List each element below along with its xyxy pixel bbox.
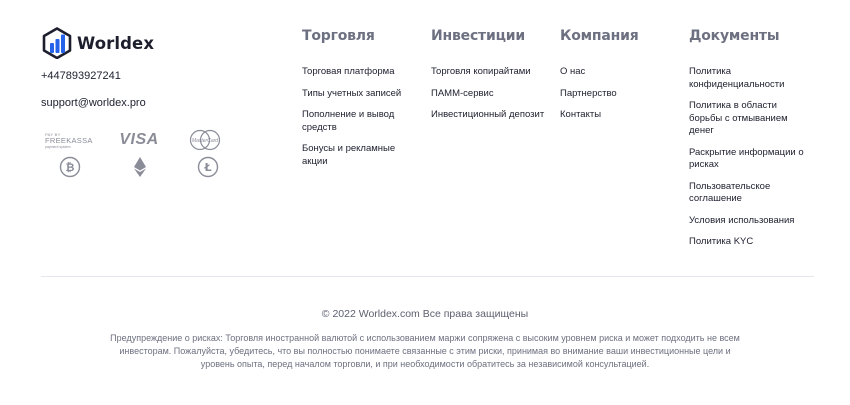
footer-link[interactable]: Раскрытие информации о рисках (689, 147, 809, 172)
footer-link[interactable]: Инвестиционный депозит (431, 109, 549, 122)
footer-link[interactable]: Торговля копирайтами (431, 66, 549, 79)
worldex-logo-icon (42, 27, 72, 59)
link-copy-trading[interactable]: Торговля копирайтами (431, 66, 531, 77)
link-risk-disclosure[interactable]: Раскрытие информации о рисках (689, 147, 804, 171)
footer-column-trade: Торговля Торговая платформа Типы учетных… (302, 28, 414, 177)
link-partnership[interactable]: Партнерство (560, 88, 617, 99)
link-account-types[interactable]: Типы учетных записей (302, 88, 401, 99)
footer-link[interactable]: Торговая платформа (302, 66, 414, 79)
freekassa-logo: PAY BY FREEKASSA payment system (45, 131, 93, 149)
mastercard-logo: MasterCard (187, 129, 223, 151)
footer-column-invest: Инвестиции Торговля копирайтами ПАММ-сер… (431, 28, 549, 131)
link-investment-deposit[interactable]: Инвестиционный депозит (431, 109, 544, 120)
link-user-agreement[interactable]: Пользовательское соглашение (689, 181, 770, 205)
link-deposit-withdrawal[interactable]: Пополнение и вывод средств (302, 109, 394, 133)
link-about[interactable]: О нас (560, 66, 585, 77)
footer-link[interactable]: Контакты (560, 109, 680, 122)
payment-methods: PAY BY FREEKASSA payment system VISA Mas… (45, 129, 235, 181)
footer-link[interactable]: Политика конфиденциальности (689, 66, 809, 91)
svg-text:MasterCard: MasterCard (192, 138, 218, 144)
footer-link[interactable]: ПАММ-сервис (431, 88, 549, 101)
bitcoin-icon: ₿ (59, 156, 81, 178)
copyright-text: © 2022 Worldex.com Все права защищены (321, 308, 529, 320)
column-title-invest: Инвестиции (431, 28, 525, 44)
footer-divider (41, 276, 814, 277)
link-pamm[interactable]: ПАММ-сервис (431, 88, 494, 99)
footer-link[interactable]: Партнерство (560, 88, 680, 101)
link-trading-platform[interactable]: Торговая платформа (302, 66, 395, 77)
brand-block: Worldex +447893927241 support@worldex.pr… (41, 27, 281, 178)
link-bonuses[interactable]: Бонусы и рекламные акции (302, 143, 395, 167)
footer-link[interactable]: Пользовательское соглашение (689, 181, 809, 206)
column-title-docs: Документы (689, 28, 780, 44)
link-privacy-policy[interactable]: Политика конфиденциальности (689, 66, 784, 90)
link-terms-of-use[interactable]: Условия использования (689, 215, 794, 226)
footer-column-docs: Документы Политика конфиденциальности По… (689, 28, 809, 258)
support-email[interactable]: support@worldex.pro (41, 97, 146, 109)
footer-link[interactable]: Бонусы и рекламные акции (302, 143, 414, 168)
ethereum-icon (129, 156, 151, 178)
column-title-company: Компания (560, 28, 639, 44)
footer-link[interactable]: Политика в области борьбы с отмыванием д… (689, 100, 809, 138)
risk-warning-text: Предупреждение о рисках: Торговля иностр… (110, 333, 740, 369)
logo-text: Worldex (77, 33, 155, 53)
footer-column-company: Компания О нас Партнерство Контакты (560, 28, 680, 131)
svg-text:Ł: Ł (203, 161, 211, 174)
svg-text:₿: ₿ (66, 161, 75, 174)
footer-link[interactable]: Условия использования (689, 215, 809, 228)
footer-link[interactable]: О нас (560, 66, 680, 79)
footer-link[interactable]: Пополнение и вывод средств (302, 109, 414, 134)
visa-logo: VISA (119, 131, 159, 148)
site-logo[interactable]: Worldex (41, 27, 281, 59)
footer-link[interactable]: Типы учетных записей (302, 88, 414, 101)
link-aml-policy[interactable]: Политика в области борьбы с отмыванием д… (689, 100, 788, 136)
footer-link[interactable]: Политика KYC (689, 236, 809, 249)
link-kyc-policy[interactable]: Политика KYC (689, 236, 753, 247)
link-contacts[interactable]: Контакты (560, 109, 601, 120)
litecoin-icon: Ł (197, 156, 219, 178)
column-title-trade: Торговля (302, 28, 375, 44)
phone-number[interactable]: +447893927241 (41, 70, 121, 82)
